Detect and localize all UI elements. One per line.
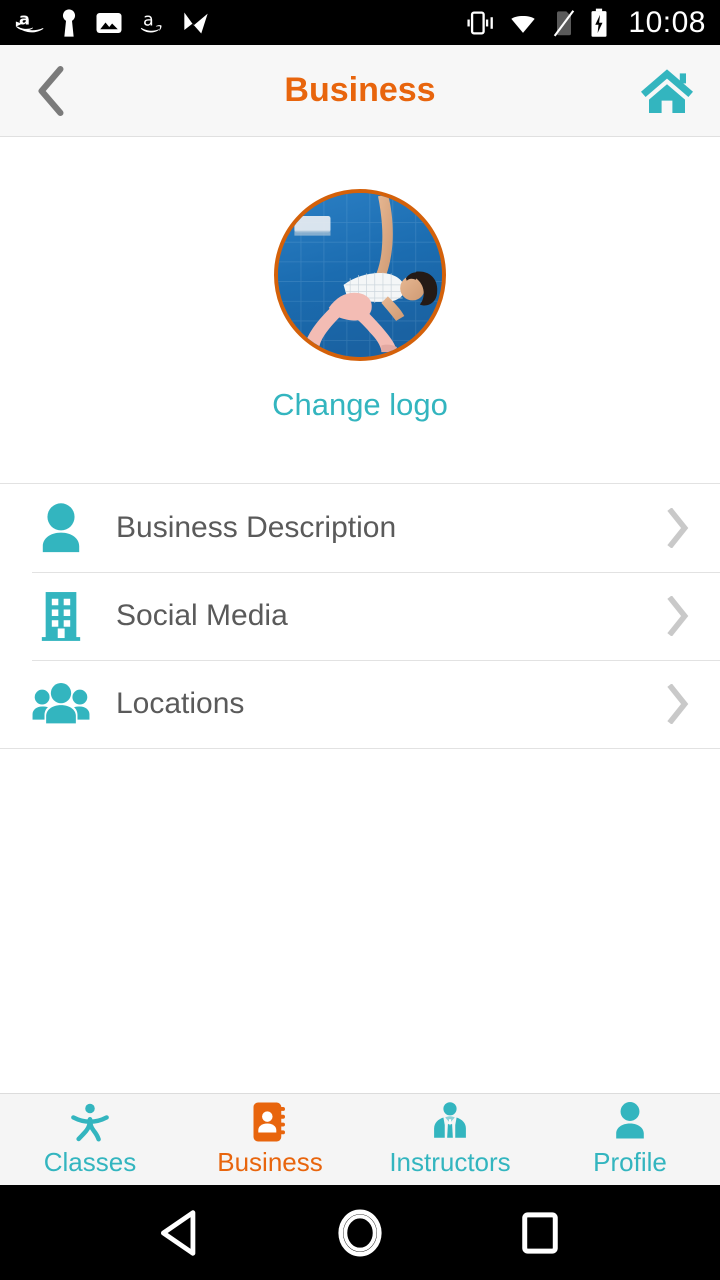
wifi-icon <box>511 15 536 33</box>
home-icon <box>641 68 693 113</box>
circle-icon <box>338 1208 382 1257</box>
android-back-button[interactable] <box>145 1198 215 1268</box>
tab-label: Classes <box>43 1147 137 1177</box>
photo-icon <box>96 12 122 33</box>
android-recents-button[interactable] <box>505 1198 575 1268</box>
keyhole-icon <box>62 8 76 37</box>
chevron-right-icon <box>658 504 698 552</box>
app-header: Business <box>0 45 720 137</box>
bottom-tab-bar: Classes Business Instructors Profile <box>0 1093 720 1185</box>
svg-text:a: a <box>143 10 154 30</box>
list-item-locations[interactable]: Locations <box>0 660 720 748</box>
page-title: Business <box>284 71 436 109</box>
list-item-label: Locations <box>116 687 245 720</box>
amazon-icon: a <box>140 10 162 32</box>
tab-label: Business <box>217 1147 323 1177</box>
content-spacer <box>0 749 720 1093</box>
yoga-pose-photo <box>278 193 442 357</box>
chevron-right-icon <box>658 680 698 728</box>
status-bar: a a 10:08 <box>0 0 720 45</box>
person-icon <box>32 499 90 557</box>
vibrate-icon <box>467 10 494 35</box>
square-icon <box>522 1211 558 1254</box>
main-content: Change logo Business Description Social … <box>0 137 720 1093</box>
change-logo-link[interactable]: Change logo <box>272 387 448 423</box>
list-item-label: Social Media <box>116 599 288 632</box>
person-tie-icon <box>430 1101 470 1143</box>
building-icon <box>32 587 90 645</box>
no-sim-icon <box>554 9 575 36</box>
chevron-right-icon <box>658 592 698 640</box>
android-home-button[interactable] <box>325 1198 395 1268</box>
checkmark-icon <box>184 12 208 33</box>
business-settings-list: Business Description Social Media Locati… <box>0 483 720 749</box>
tab-label: Profile <box>593 1147 667 1177</box>
status-bar-system-icons: 10:08 <box>464 6 706 40</box>
status-bar-notification-icons: a a <box>14 8 210 38</box>
tab-label: Instructors <box>389 1147 511 1177</box>
triangle-left-icon <box>160 1209 196 1256</box>
group-people-icon <box>32 675 90 733</box>
status-bar-clock: 10:08 <box>628 5 706 39</box>
tab-classes[interactable]: Classes <box>0 1094 180 1185</box>
tab-profile[interactable]: Profile <box>540 1094 720 1185</box>
address-book-icon <box>251 1101 289 1143</box>
tab-instructors[interactable]: Instructors <box>360 1094 540 1185</box>
person-icon <box>610 1101 650 1143</box>
chevron-left-icon <box>38 65 64 116</box>
list-item-label: Business Description <box>116 511 397 544</box>
list-item-business-description[interactable]: Business Description <box>0 484 720 572</box>
phone-screen: a a 10:08 Business Change logo Business … <box>0 0 720 1280</box>
battery-charging-icon <box>591 8 607 37</box>
list-item-social-media[interactable]: Social Media <box>0 572 720 660</box>
android-navigation-bar <box>0 1185 720 1280</box>
business-logo[interactable] <box>274 189 446 361</box>
amazon-prime-video-icon: a <box>15 9 44 32</box>
back-button[interactable] <box>22 62 80 120</box>
home-button[interactable] <box>636 62 698 120</box>
stick-figure-icon <box>70 1101 110 1143</box>
tab-business[interactable]: Business <box>180 1094 360 1185</box>
logo-section: Change logo <box>0 137 720 483</box>
